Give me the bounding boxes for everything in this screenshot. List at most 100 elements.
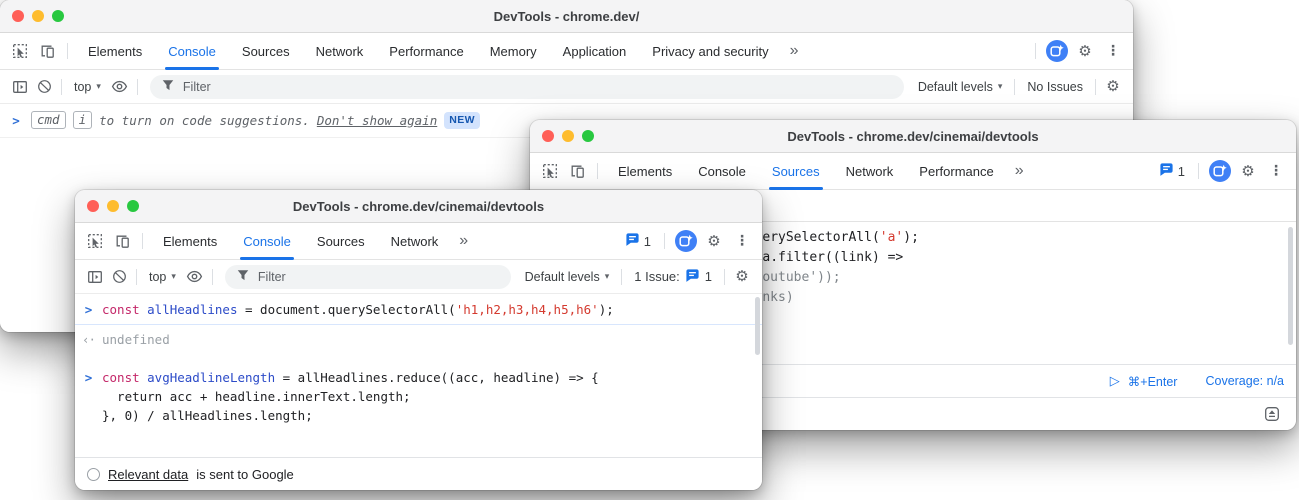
- device-toolbar-icon[interactable]: [35, 39, 59, 63]
- coverage-link[interactable]: Coverage: n/a: [1205, 374, 1284, 388]
- issues-count: 1: [705, 269, 712, 284]
- ai-assistant-badge: [675, 230, 697, 252]
- console-sidebar-icon[interactable]: [8, 75, 32, 99]
- dont-show-again-link[interactable]: Don't show again: [317, 113, 437, 128]
- tab-network[interactable]: Network: [833, 153, 907, 189]
- divider: [67, 43, 68, 59]
- console-log-area[interactable]: > const allHeadlines = document.querySel…: [75, 294, 762, 457]
- issues-icon: [685, 268, 700, 286]
- divider: [724, 269, 725, 285]
- ai-assistant-icon[interactable]: [1045, 39, 1069, 63]
- settings-gear-icon[interactable]: ⚙: [1073, 39, 1097, 63]
- more-tabs-icon[interactable]: »: [1007, 153, 1032, 189]
- tab-network[interactable]: Network: [303, 33, 377, 69]
- traffic-light-minimize[interactable]: [32, 10, 44, 22]
- clear-console-icon[interactable]: [32, 75, 56, 99]
- issues-status[interactable]: No Issues: [1020, 80, 1090, 94]
- tab-elements[interactable]: Elements: [150, 223, 230, 259]
- result-value: undefined: [102, 330, 170, 349]
- issues-counter[interactable]: 1: [1155, 162, 1189, 180]
- tab-sources[interactable]: Sources: [304, 223, 378, 259]
- divider: [621, 269, 622, 285]
- tabbar-right-icons: 1 ⚙ ⋮: [621, 223, 756, 259]
- inspect-element-icon[interactable]: [538, 159, 562, 183]
- divider: [1035, 43, 1036, 59]
- device-toolbar-icon[interactable]: [110, 229, 134, 253]
- relevant-data-link[interactable]: Relevant data: [108, 467, 188, 482]
- tab-console[interactable]: Console: [155, 33, 229, 69]
- context-selector[interactable]: top ▾: [142, 270, 183, 284]
- log-levels-selector[interactable]: Default levels ▾: [911, 80, 1010, 94]
- clear-console-icon[interactable]: [107, 265, 131, 289]
- tab-console[interactable]: Console: [685, 153, 759, 189]
- issues-status[interactable]: 1 Issue: 1: [627, 268, 719, 286]
- tab-performance[interactable]: Performance: [376, 33, 476, 69]
- tab-console[interactable]: Console: [230, 223, 304, 259]
- run-snippet-shortcut[interactable]: ▷ ⌘+Enter: [1110, 374, 1178, 389]
- console-prompt-chevron: >: [75, 368, 102, 425]
- editor-scrollbar[interactable]: [1288, 227, 1293, 345]
- issues-icon: [625, 232, 640, 250]
- traffic-light-minimize[interactable]: [562, 130, 574, 142]
- tab-sources[interactable]: Sources: [229, 33, 303, 69]
- settings-gear-icon[interactable]: ⚙: [702, 229, 726, 253]
- eject-drawer-icon[interactable]: [1260, 402, 1284, 426]
- tab-elements[interactable]: Elements: [605, 153, 685, 189]
- chevron-down-icon: ▾: [998, 82, 1003, 92]
- issues-counter[interactable]: 1: [621, 232, 655, 250]
- console-input-code-block: const avgHeadlineLength = allHeadlines.r…: [102, 368, 599, 425]
- titlebar: DevTools - chrome.dev/: [0, 0, 1133, 33]
- more-tabs-icon[interactable]: »: [782, 33, 807, 69]
- inspect-element-icon[interactable]: [8, 39, 32, 63]
- traffic-light-zoom[interactable]: [127, 200, 139, 212]
- traffic-lights: [542, 120, 594, 152]
- console-settings-gear-icon[interactable]: ⚙: [730, 265, 754, 289]
- tabbar-left-icons: [6, 33, 75, 69]
- privacy-footer: Relevant data is sent to Google: [75, 457, 762, 490]
- console-prompt-chevron: >: [75, 300, 102, 319]
- console-entry: > const avgHeadlineLength = allHeadlines…: [75, 362, 762, 430]
- kebab-menu-icon[interactable]: ⋮: [1264, 159, 1288, 183]
- footer-text: is sent to Google: [196, 467, 294, 482]
- chevron-down-icon: ▾: [171, 272, 176, 282]
- live-expression-eye-icon[interactable]: [183, 265, 207, 289]
- filter-funnel-icon: [161, 78, 175, 95]
- context-selector[interactable]: top ▾: [67, 80, 108, 94]
- log-levels-selector[interactable]: Default levels ▾: [518, 270, 617, 284]
- inspect-element-icon[interactable]: [83, 229, 107, 253]
- ai-assistant-icon[interactable]: [674, 229, 698, 253]
- kebab-menu-icon[interactable]: ⋮: [1101, 39, 1125, 63]
- traffic-light-close[interactable]: [87, 200, 99, 212]
- returned-value-icon: ‹·: [75, 330, 102, 349]
- chevron-down-icon: ▾: [605, 272, 610, 282]
- tab-memory[interactable]: Memory: [477, 33, 550, 69]
- console-sidebar-icon[interactable]: [83, 265, 107, 289]
- tab-elements[interactable]: Elements: [75, 33, 155, 69]
- console-toolbar: top ▾ Filter Default levels ▾ No Issues …: [0, 70, 1133, 104]
- console-settings-gear-icon[interactable]: ⚙: [1101, 75, 1125, 99]
- issues-count: 1: [644, 234, 651, 249]
- tab-network[interactable]: Network: [378, 223, 452, 259]
- tab-sources[interactable]: Sources: [759, 153, 833, 189]
- kebab-menu-icon[interactable]: ⋮: [730, 229, 754, 253]
- live-expression-eye-icon[interactable]: [108, 75, 132, 99]
- filter-input[interactable]: Filter: [150, 75, 904, 99]
- traffic-light-zoom[interactable]: [52, 10, 64, 22]
- filter-input[interactable]: Filter: [225, 265, 511, 289]
- run-snippet-icon: ▷: [1110, 374, 1120, 389]
- traffic-light-close[interactable]: [12, 10, 24, 22]
- devtools-tabbar: Elements Console Sources Network Perform…: [530, 153, 1296, 190]
- traffic-light-close[interactable]: [542, 130, 554, 142]
- code-line: }, 0) / allHeadlines.length;: [102, 406, 599, 425]
- tab-application[interactable]: Application: [550, 33, 640, 69]
- more-tabs-icon[interactable]: »: [451, 223, 476, 259]
- tab-performance[interactable]: Performance: [906, 153, 1006, 189]
- ai-assistant-icon[interactable]: [1208, 159, 1232, 183]
- console-scrollbar[interactable]: [755, 297, 760, 355]
- traffic-light-zoom[interactable]: [582, 130, 594, 142]
- traffic-light-minimize[interactable]: [107, 200, 119, 212]
- filter-funnel-icon: [236, 268, 250, 285]
- tab-privacy-and-security[interactable]: Privacy and security: [639, 33, 781, 69]
- settings-gear-icon[interactable]: ⚙: [1236, 159, 1260, 183]
- device-toolbar-icon[interactable]: [565, 159, 589, 183]
